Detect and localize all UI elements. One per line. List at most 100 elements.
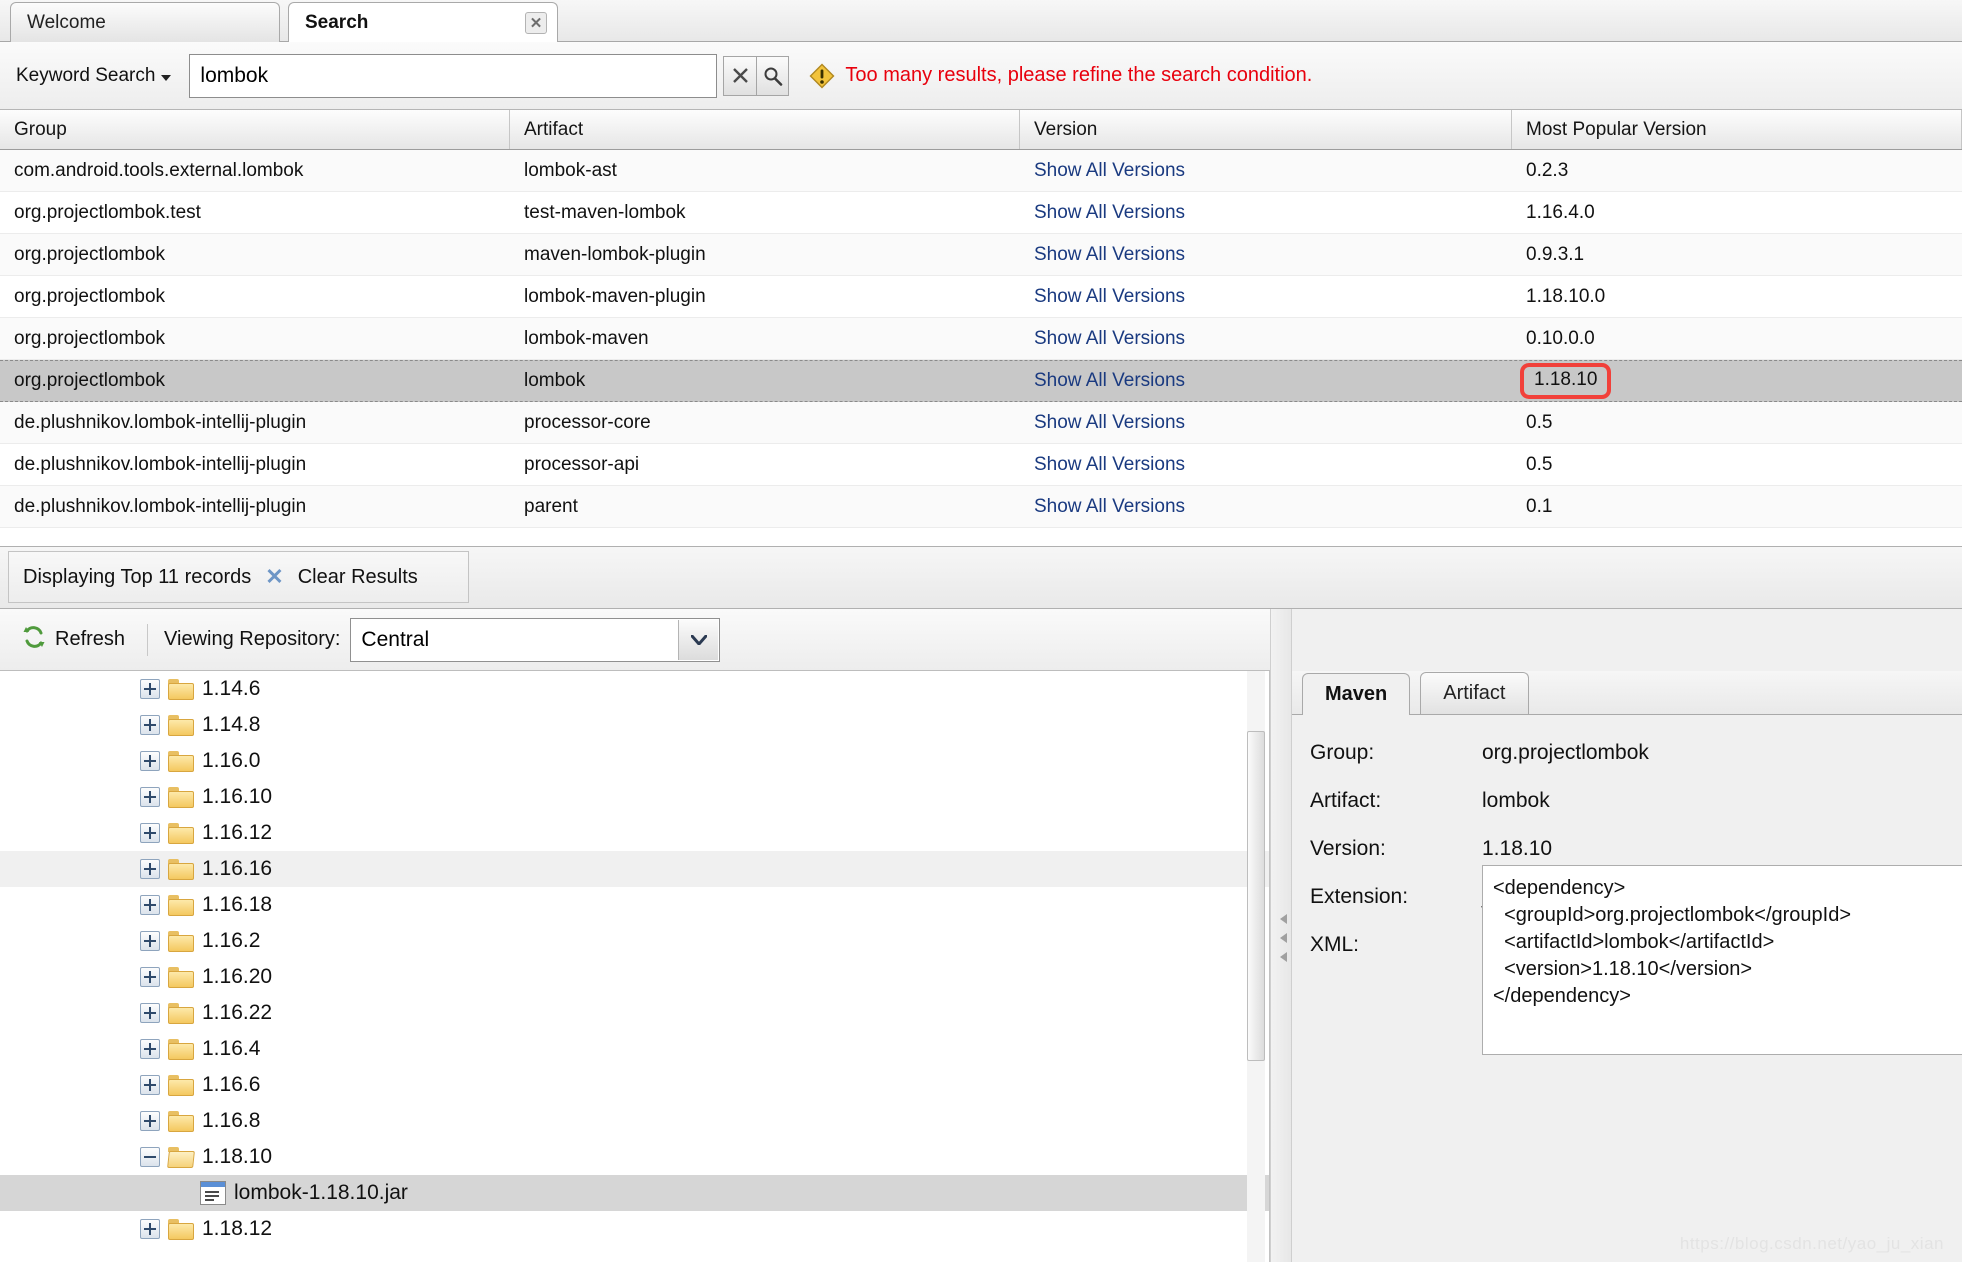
tree-item-label: 1.16.10 [202, 785, 273, 808]
tab-search[interactable]: Search ✕ [288, 2, 558, 42]
clear-results-button[interactable]: Clear Results [298, 566, 418, 589]
results-status-box: Displaying Top 11 records ✕ Clear Result… [8, 551, 469, 603]
expand-plus-icon[interactable] [140, 1219, 160, 1239]
repository-select[interactable]: Central [350, 617, 721, 662]
tree-item-version[interactable]: 1.18.12 [0, 1211, 1269, 1247]
clear-x-icon[interactable]: ✕ [265, 566, 283, 588]
tree-item-version[interactable]: 1.16.0 [0, 743, 1269, 779]
expand-plus-icon[interactable] [140, 823, 160, 843]
tree-item-version[interactable]: 1.16.4 [0, 1031, 1269, 1067]
tree-item-version[interactable]: 1.16.22 [0, 995, 1269, 1031]
collapse-minus-icon[interactable] [140, 1147, 160, 1167]
refresh-label: Refresh [55, 628, 126, 650]
show-all-versions-link[interactable]: Show All Versions [1020, 318, 1512, 359]
show-all-versions-link[interactable]: Show All Versions [1020, 276, 1512, 317]
cell-artifact: maven-lombok-plugin [524, 243, 706, 265]
table-row[interactable]: org.projectlombok lombok Show All Versions… [0, 360, 1962, 402]
tree-item-version[interactable]: 1.14.6 [0, 671, 1269, 707]
tree-item-version[interactable]: 1.18.10 [0, 1139, 1269, 1175]
expand-plus-icon[interactable] [140, 967, 160, 987]
table-row[interactable]: de.plushnikov.lombok-intellij-plugin pare… [0, 486, 1962, 528]
jar-file-icon [200, 1181, 226, 1205]
expand-plus-icon[interactable] [140, 895, 160, 915]
folder-icon [168, 750, 194, 772]
table-row[interactable]: de.plushnikov.lombok-intellij-plugin proc… [0, 444, 1962, 486]
table-row[interactable]: com.android.tools.external.lombok lombok-… [0, 150, 1962, 192]
tree-item-label: lombok-1.18.10.jar [234, 1181, 408, 1204]
panel-splitter[interactable] [1270, 609, 1292, 1262]
expand-plus-icon[interactable] [140, 931, 160, 951]
show-all-versions-link[interactable]: Show All Versions [1020, 402, 1512, 443]
show-all-versions-link[interactable]: Show All Versions [1020, 486, 1512, 527]
column-header-version[interactable]: Version [1020, 110, 1512, 149]
cell-most-popular-version: 0.5 [1526, 453, 1553, 475]
tree-item-version[interactable]: 1.16.6 [0, 1067, 1269, 1103]
tree-scrollbar-thumb[interactable] [1247, 731, 1265, 1061]
cell-most-popular-version: 0.5 [1526, 411, 1553, 433]
refresh-button[interactable]: Refresh [16, 621, 131, 659]
tree-item-label: 1.16.12 [202, 821, 273, 844]
chevron-down-icon[interactable] [678, 619, 719, 660]
warning-message: Too many results, please refine the sear… [845, 64, 1313, 86]
tree-item-label: 1.16.2 [202, 929, 261, 952]
tree-scrollbar[interactable] [1247, 671, 1265, 1262]
tree-item-version[interactable]: 1.14.8 [0, 707, 1269, 743]
extension-label: Extension: [1310, 885, 1409, 908]
tree-item-version[interactable]: 1.16.12 [0, 815, 1269, 851]
cell-group: de.plushnikov.lombok-intellij-plugin [14, 495, 307, 517]
cell-most-popular-version: 0.9.3.1 [1526, 243, 1585, 265]
search-bar: Keyword Search Too many results, [0, 42, 1962, 110]
table-row[interactable]: de.plushnikov.lombok-intellij-plugin proc… [0, 402, 1962, 444]
expand-plus-icon[interactable] [140, 1075, 160, 1095]
tree-item-version[interactable]: 1.16.20 [0, 959, 1269, 995]
group-label: Group: [1310, 741, 1375, 764]
column-header-group[interactable]: Group [0, 110, 510, 149]
chevron-down-icon [161, 74, 172, 81]
tree-item-jar[interactable]: lombok-1.18.10.jar [0, 1175, 1269, 1211]
expand-plus-icon[interactable] [140, 715, 160, 735]
folder-icon [168, 1074, 194, 1096]
tree-item-label: 1.18.10 [202, 1145, 273, 1168]
table-row[interactable]: org.projectlombok.test test-maven-lombok S… [0, 192, 1962, 234]
tree-item-label: 1.16.0 [202, 749, 261, 772]
version-value: 1.18.10 [1482, 837, 1553, 860]
expand-plus-icon[interactable] [140, 679, 160, 699]
expand-plus-icon[interactable] [140, 1039, 160, 1059]
tree-item-version[interactable]: 1.16.2 [0, 923, 1269, 959]
cell-most-popular-version: 1.18.10.0 [1526, 285, 1606, 307]
expand-plus-icon[interactable] [140, 1111, 160, 1131]
show-all-versions-link[interactable]: Show All Versions [1020, 192, 1512, 233]
tree-item-version[interactable]: 1.16.16 [0, 851, 1269, 887]
tree-item-version[interactable]: 1.16.10 [0, 779, 1269, 815]
magnifier-icon[interactable] [756, 55, 790, 96]
version-tree-panel[interactable]: 1.14.6 1.14.8 1.16.0 1.16.10 1.16.12 1.16.16 1… [0, 671, 1270, 1262]
tab-welcome[interactable]: Welcome [10, 2, 280, 42]
tree-item-version[interactable]: 1.16.18 [0, 887, 1269, 923]
show-all-versions-link[interactable]: Show All Versions [1020, 234, 1512, 275]
results-status-strip: Displaying Top 11 records ✕ Clear Result… [0, 547, 1962, 609]
close-icon[interactable]: ✕ [525, 12, 547, 34]
detail-row-version: Version: 1.18.10 [1310, 837, 1962, 861]
expand-plus-icon[interactable] [140, 787, 160, 807]
expand-plus-icon[interactable] [140, 859, 160, 879]
show-all-versions-link[interactable]: Show All Versions [1020, 361, 1512, 401]
detail-row-group: Group: org.projectlombok [1310, 741, 1962, 765]
splitter-grip[interactable] [1277, 914, 1287, 972]
column-header-artifact[interactable]: Artifact [510, 110, 1020, 149]
column-header-most-popular-version[interactable]: Most Popular Version [1512, 110, 1962, 149]
table-row[interactable]: org.projectlombok maven-lombok-plugin Show… [0, 234, 1962, 276]
tab-artifact[interactable]: Artifact [1420, 672, 1529, 714]
expand-plus-icon[interactable] [140, 1003, 160, 1023]
search-input[interactable] [189, 53, 718, 98]
clear-x-icon[interactable] [723, 55, 757, 96]
show-all-versions-link[interactable]: Show All Versions [1020, 150, 1512, 191]
show-all-versions-link[interactable]: Show All Versions [1020, 444, 1512, 485]
table-row[interactable]: org.projectlombok lombok-maven Show All Ve… [0, 318, 1962, 360]
keyword-search-dropdown[interactable]: Keyword Search [10, 61, 177, 91]
table-row[interactable]: org.projectlombok lombok-maven-plugin Show… [0, 276, 1962, 318]
expand-plus-icon[interactable] [140, 751, 160, 771]
xml-snippet-textarea[interactable]: <dependency> <groupId>org.projectlombok<… [1482, 865, 1962, 1055]
version-label: Version: [1310, 837, 1386, 860]
tab-maven[interactable]: Maven [1302, 673, 1411, 715]
tree-item-version[interactable]: 1.16.8 [0, 1103, 1269, 1139]
